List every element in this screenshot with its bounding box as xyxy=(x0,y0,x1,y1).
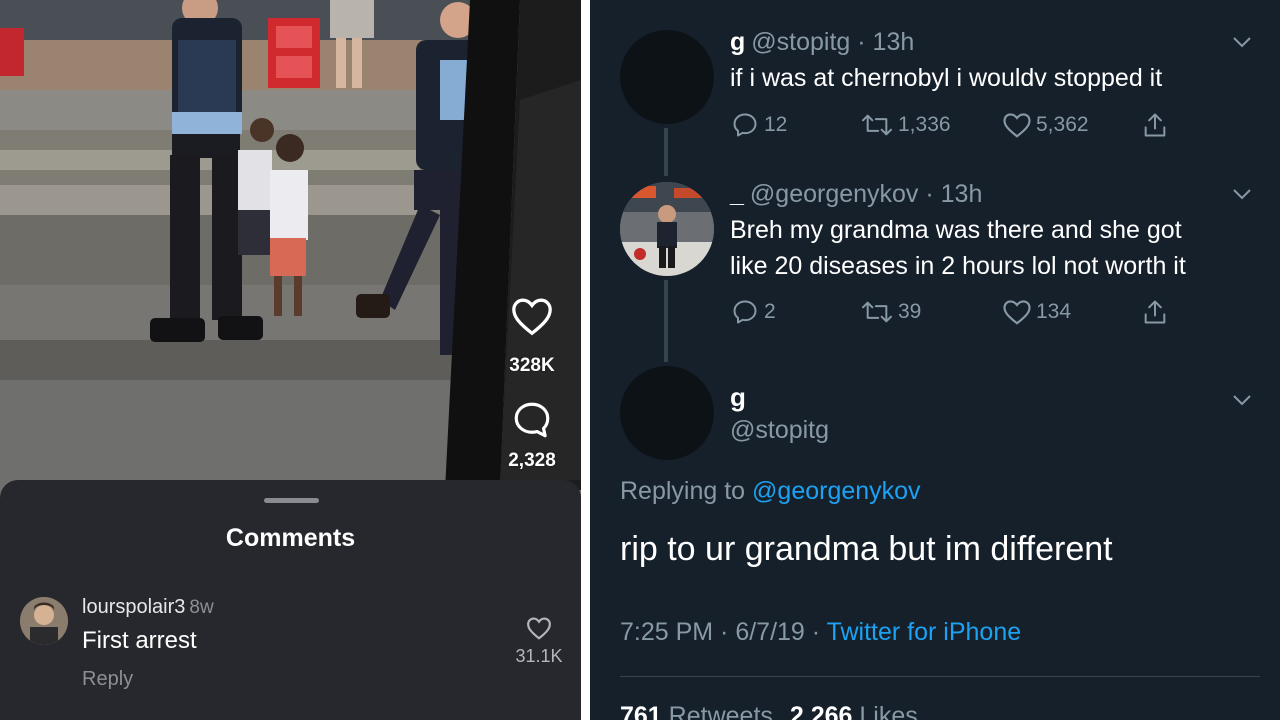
comment-username[interactable]: lourspolair3 xyxy=(82,596,185,618)
like-count: 328K xyxy=(509,355,555,376)
tweet2-avatar[interactable] xyxy=(620,182,714,276)
like-count: 134 xyxy=(1036,300,1072,323)
tweet-meta: 7:25 PM · 6/7/19 · Twitter for iPhone xyxy=(620,618,1021,647)
heart-icon xyxy=(527,617,551,640)
avatar-image xyxy=(20,597,68,645)
reply-count: 12 xyxy=(764,113,788,136)
twitter-thread-panel: g @stopitg · 13h if i was at chernobyl i … xyxy=(590,0,1280,720)
chevron-down-icon[interactable] xyxy=(1230,388,1254,412)
comment-count: 2,328 xyxy=(508,450,556,471)
like-button[interactable]: 5,362 xyxy=(1002,111,1089,139)
share-icon xyxy=(1144,113,1166,137)
tweet2-text-line: Breh my grandma was there and she got xyxy=(730,216,1182,244)
heart-icon xyxy=(1003,300,1031,325)
retweet-button[interactable]: 1,336 xyxy=(860,111,951,139)
reply-button[interactable]: 2 xyxy=(730,298,776,326)
replying-to-line: Replying to @georgenykov xyxy=(620,477,921,506)
main-tweet-display-name[interactable]: g xyxy=(730,382,746,413)
retweets-stat-count: 761 xyxy=(620,702,662,720)
retweet-icon xyxy=(862,114,892,136)
avatar-image xyxy=(620,182,714,276)
comment-text: First arrest xyxy=(82,627,197,654)
replying-to-label: Replying to xyxy=(620,477,746,505)
divider xyxy=(620,676,1260,677)
video-scene-illustration xyxy=(0,0,581,490)
reply-icon xyxy=(733,300,757,324)
tweet2-handle-time[interactable]: @georgenykov · 13h xyxy=(750,180,982,208)
tweet1-header: g @stopitg · 13h xyxy=(730,28,914,57)
tweet1-text: if i was at chernobyl i wouldv stopped i… xyxy=(730,64,1163,92)
panel-divider xyxy=(581,0,590,720)
main-tweet-handle[interactable]: @stopitg xyxy=(730,416,829,445)
tweet2-actions: 2 39 134 xyxy=(730,298,1170,328)
retweet-button[interactable]: 39 xyxy=(860,298,921,326)
replying-to-mention[interactable]: @georgenykov xyxy=(752,477,921,505)
reply-button[interactable]: 12 xyxy=(730,111,787,139)
video-app-panel: 328K 2,328 Comments lourspolair3 8w First… xyxy=(0,0,581,720)
retweet-count: 1,336 xyxy=(898,113,951,136)
heart-icon xyxy=(512,298,552,336)
comments-sheet: Comments lourspolair3 8w First arrest Rep… xyxy=(0,480,581,720)
retweet-icon xyxy=(862,301,892,323)
main-tweet-avatar[interactable] xyxy=(620,366,714,460)
tweet2-text: Breh my grandma was there and she got li… xyxy=(730,212,1186,284)
comment-reply-button[interactable]: Reply xyxy=(82,668,133,691)
comment-header: lourspolair3 8w xyxy=(82,596,214,619)
like-button[interactable] xyxy=(497,296,567,341)
likes-stat-count: 2,266 xyxy=(789,702,853,720)
share-icon xyxy=(1144,300,1166,324)
comment-like[interactable]: 31.1K xyxy=(500,616,578,667)
video-side-actions: 328K 2,328 xyxy=(497,296,567,472)
tweet2-display-name[interactable]: _ xyxy=(730,180,744,208)
comment-button[interactable] xyxy=(497,399,567,446)
reply-icon xyxy=(733,113,757,137)
like-count: 5,362 xyxy=(1036,113,1089,136)
main-tweet-text: rip to ur grandma but im different xyxy=(620,530,1113,568)
commenter-avatar[interactable] xyxy=(20,597,68,645)
tweet2-header: _ @georgenykov · 13h xyxy=(730,180,982,209)
tweet1-actions: 12 1,336 5,362 xyxy=(730,111,1170,141)
tweet-timestamp[interactable]: 7:25 PM · 6/7/19 · xyxy=(620,618,820,646)
heart-icon xyxy=(1003,113,1031,138)
tweet1-avatar[interactable] xyxy=(620,30,714,124)
tweet1-handle-time[interactable]: @stopitg · 13h xyxy=(751,28,914,56)
comments-title: Comments xyxy=(225,524,356,552)
chevron-down-icon[interactable] xyxy=(1230,30,1254,54)
comment-bubble-icon xyxy=(514,402,550,438)
tweet-source-link[interactable]: Twitter for iPhone xyxy=(827,618,1022,646)
comment-age: 8w xyxy=(189,597,214,618)
video-frame[interactable]: 328K 2,328 xyxy=(0,0,581,490)
comment-like-count: 31.1K xyxy=(515,646,563,666)
thread-connector-line xyxy=(664,128,668,176)
sheet-drag-handle[interactable] xyxy=(264,498,319,503)
retweets-stat[interactable]: 761 Retweets xyxy=(620,702,773,720)
likes-stat-label: Likes xyxy=(859,702,918,720)
share-button[interactable] xyxy=(1140,111,1170,139)
reply-count: 2 xyxy=(764,300,776,323)
likes-stat[interactable]: 2,266 Likes xyxy=(790,702,918,720)
retweets-stat-label: Retweets xyxy=(668,702,773,720)
tweet2-text-line: like 20 diseases in 2 hours lol not wort… xyxy=(730,252,1186,280)
tweet1-display-name[interactable]: g xyxy=(730,28,745,56)
thread-connector-line xyxy=(664,280,668,362)
share-button[interactable] xyxy=(1140,298,1170,326)
like-button[interactable]: 134 xyxy=(1002,298,1071,326)
chevron-down-icon[interactable] xyxy=(1230,182,1254,206)
retweet-count: 39 xyxy=(898,300,922,323)
tweet-stats: 761 Retweets 2,266 Likes xyxy=(620,702,918,720)
